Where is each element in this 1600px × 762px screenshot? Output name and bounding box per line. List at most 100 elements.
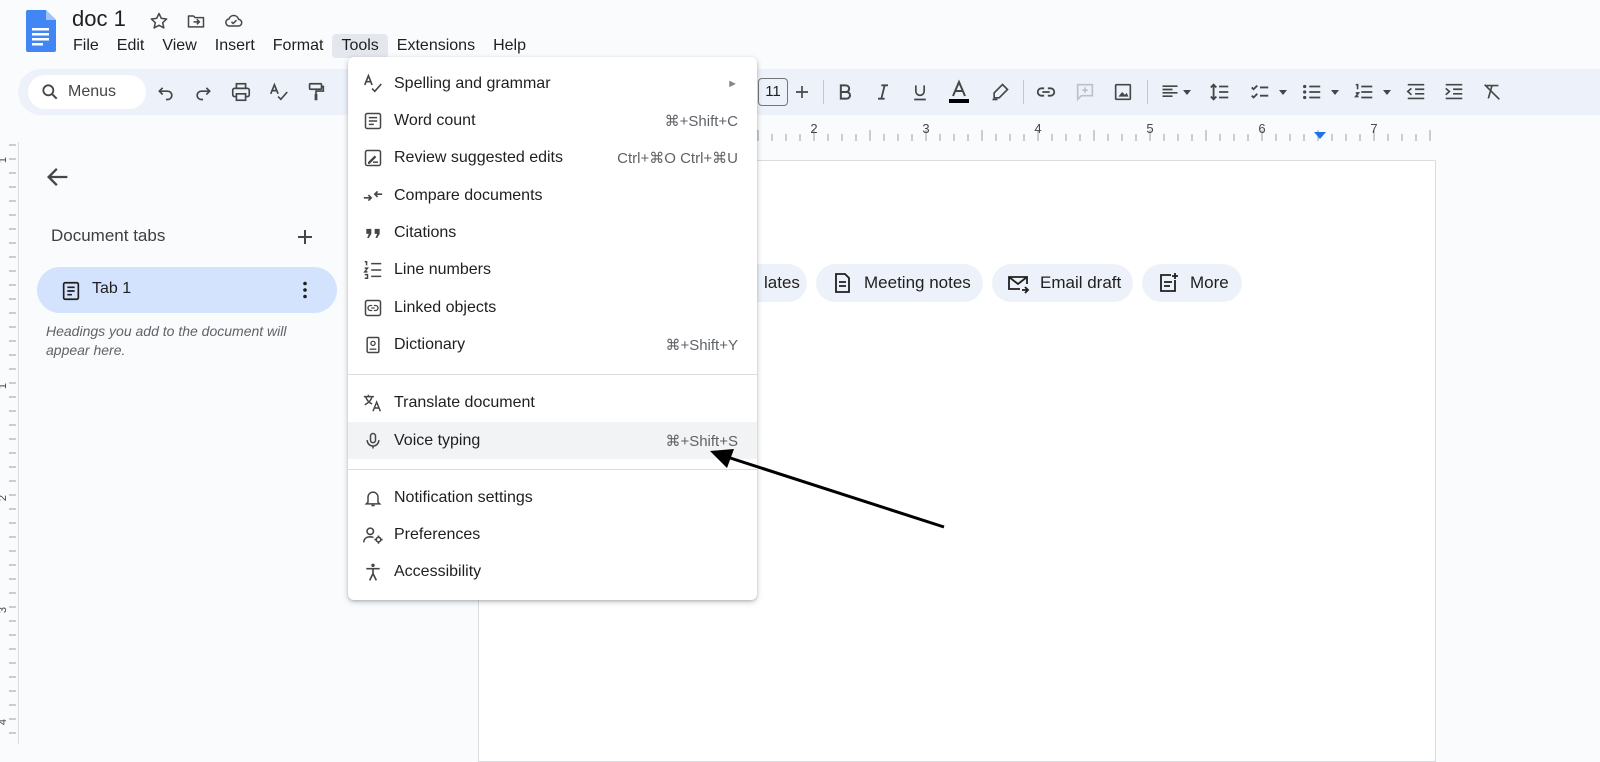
menu-item-label: Compare documents <box>394 186 543 204</box>
menu-item-word-count[interactable]: Word count ⌘+Shift+C <box>348 102 757 139</box>
redo-icon[interactable] <box>189 78 217 106</box>
ruler-label: 4 <box>0 719 9 725</box>
menu-item-notification-settings[interactable]: Notification settings <box>348 479 757 516</box>
search-icon <box>40 82 60 102</box>
underline-icon[interactable] <box>906 78 934 106</box>
clear-formatting-icon[interactable] <box>1478 78 1506 106</box>
toolbar-divider <box>1147 80 1148 104</box>
menu-item-line-numbers[interactable]: Line numbers <box>348 251 757 288</box>
spellcheck-toolbar-icon[interactable] <box>265 78 293 106</box>
bell-icon <box>362 487 384 509</box>
menu-item-spelling-and-grammar[interactable]: Spelling and grammar ► <box>348 65 757 102</box>
document-icon <box>830 271 854 295</box>
review-edits-icon <box>362 147 384 169</box>
text-color-icon[interactable] <box>945 78 973 106</box>
numbered-list-icon[interactable] <box>1350 78 1378 106</box>
menu-view[interactable]: View <box>153 34 205 58</box>
preferences-icon <box>362 524 384 546</box>
chip-more[interactable]: More <box>1142 264 1242 302</box>
shortcut-label: Ctrl+⌘O Ctrl+⌘U <box>617 149 738 167</box>
shortcut-label: ⌘+Shift+C <box>664 112 738 130</box>
insert-image-icon[interactable] <box>1109 78 1137 106</box>
menu-insert[interactable]: Insert <box>206 34 264 58</box>
menu-item-label: Review suggested edits <box>394 148 563 166</box>
menu-item-compare-documents[interactable]: Compare documents <box>348 177 757 214</box>
more-vert-icon[interactable] <box>293 278 317 302</box>
toolbar-divider <box>823 80 824 104</box>
horizontal-ruler[interactable]: 2 3 4 5 6 7 <box>755 118 1445 144</box>
menu-divider <box>348 374 757 375</box>
checklist-icon[interactable] <box>1246 78 1274 106</box>
docs-logo-icon[interactable] <box>24 10 56 52</box>
decrease-indent-icon[interactable] <box>1402 78 1430 106</box>
menu-item-linked-objects[interactable]: Linked objects <box>348 289 757 326</box>
move-folder-icon[interactable] <box>185 10 207 32</box>
italic-icon[interactable] <box>869 78 897 106</box>
font-size-input[interactable]: 11 <box>758 78 788 106</box>
line-spacing-icon[interactable] <box>1206 78 1234 106</box>
insert-link-icon[interactable] <box>1032 78 1060 106</box>
menu-item-translate-document[interactable]: Translate document <box>348 384 757 421</box>
more-doc-icon <box>1156 271 1180 295</box>
menu-item-label: Dictionary <box>394 335 466 353</box>
menu-item-accessibility[interactable]: Accessibility <box>348 553 757 590</box>
increase-font-size-icon[interactable] <box>788 78 816 106</box>
menu-format[interactable]: Format <box>264 34 333 58</box>
menu-item-label: Citations <box>394 223 457 241</box>
compare-icon <box>362 185 384 207</box>
add-tab-icon[interactable] <box>293 225 317 249</box>
doc-title[interactable]: doc 1 <box>72 6 126 32</box>
ruler-label: 6 <box>1258 121 1265 136</box>
menu-item-label: Spelling and grammar <box>394 74 551 92</box>
chevron-down-icon[interactable] <box>1378 78 1396 106</box>
ruler-label: 1 <box>0 157 9 163</box>
menu-divider <box>348 469 757 470</box>
chip-email-draft[interactable]: Email draft <box>992 264 1133 302</box>
ruler-label: 2 <box>0 495 9 501</box>
chevron-down-icon[interactable] <box>1274 78 1292 106</box>
tools-menu: Spelling and grammar ► Word count ⌘+Shif… <box>348 57 757 600</box>
menu-item-review-suggested-edits[interactable]: Review suggested edits Ctrl+⌘O Ctrl+⌘U <box>348 139 757 176</box>
tab-label: Tab 1 <box>92 280 132 297</box>
menu-bar: File Edit View Insert Format Tools Exten… <box>64 34 535 58</box>
menu-item-voice-typing[interactable]: Voice typing ⌘+Shift+S <box>348 422 757 459</box>
email-icon <box>1006 271 1030 295</box>
paint-format-icon[interactable] <box>302 78 330 106</box>
right-indent-marker[interactable] <box>1314 132 1326 139</box>
chip-label: More <box>1190 273 1229 292</box>
undo-icon[interactable] <box>152 78 180 106</box>
bulleted-list-icon[interactable] <box>1298 78 1326 106</box>
chevron-down-icon[interactable] <box>1326 78 1344 106</box>
menu-item-preferences[interactable]: Preferences <box>348 516 757 553</box>
chevron-down-icon[interactable] <box>1178 78 1196 106</box>
highlight-color-icon[interactable] <box>986 78 1014 106</box>
chip-meeting-notes[interactable]: Meeting notes <box>816 264 983 302</box>
accessibility-icon <box>362 561 384 583</box>
vertical-ruler[interactable]: 1 1 2 3 4 <box>0 140 18 744</box>
add-comment-icon[interactable] <box>1071 78 1099 106</box>
print-icon[interactable] <box>227 78 255 106</box>
menu-tools[interactable]: Tools <box>332 34 388 58</box>
spellcheck-icon <box>362 73 384 95</box>
back-arrow-icon[interactable] <box>44 163 72 191</box>
menu-file[interactable]: File <box>64 34 108 58</box>
ruler-label: 3 <box>922 121 929 136</box>
star-icon[interactable] <box>148 10 170 32</box>
menu-extensions[interactable]: Extensions <box>388 34 484 58</box>
ruler-divider <box>18 142 19 744</box>
tab-item-tab-1[interactable] <box>37 267 337 313</box>
ruler-label: 5 <box>1146 121 1153 136</box>
search-menus-input[interactable]: Menus <box>28 75 146 109</box>
submenu-arrow-icon: ► <box>727 77 738 90</box>
cloud-status-icon[interactable] <box>223 10 245 32</box>
translate-icon <box>362 392 384 414</box>
menu-item-dictionary[interactable]: Dictionary ⌘+Shift+Y <box>348 326 757 363</box>
bold-icon[interactable] <box>831 78 859 106</box>
menu-edit[interactable]: Edit <box>108 34 154 58</box>
increase-indent-icon[interactable] <box>1440 78 1468 106</box>
dictionary-icon <box>362 334 384 356</box>
menu-item-label: Accessibility <box>394 562 482 580</box>
menu-item-citations[interactable]: Citations <box>348 214 757 251</box>
menu-help[interactable]: Help <box>484 34 535 58</box>
menu-item-label: Line numbers <box>394 260 491 278</box>
